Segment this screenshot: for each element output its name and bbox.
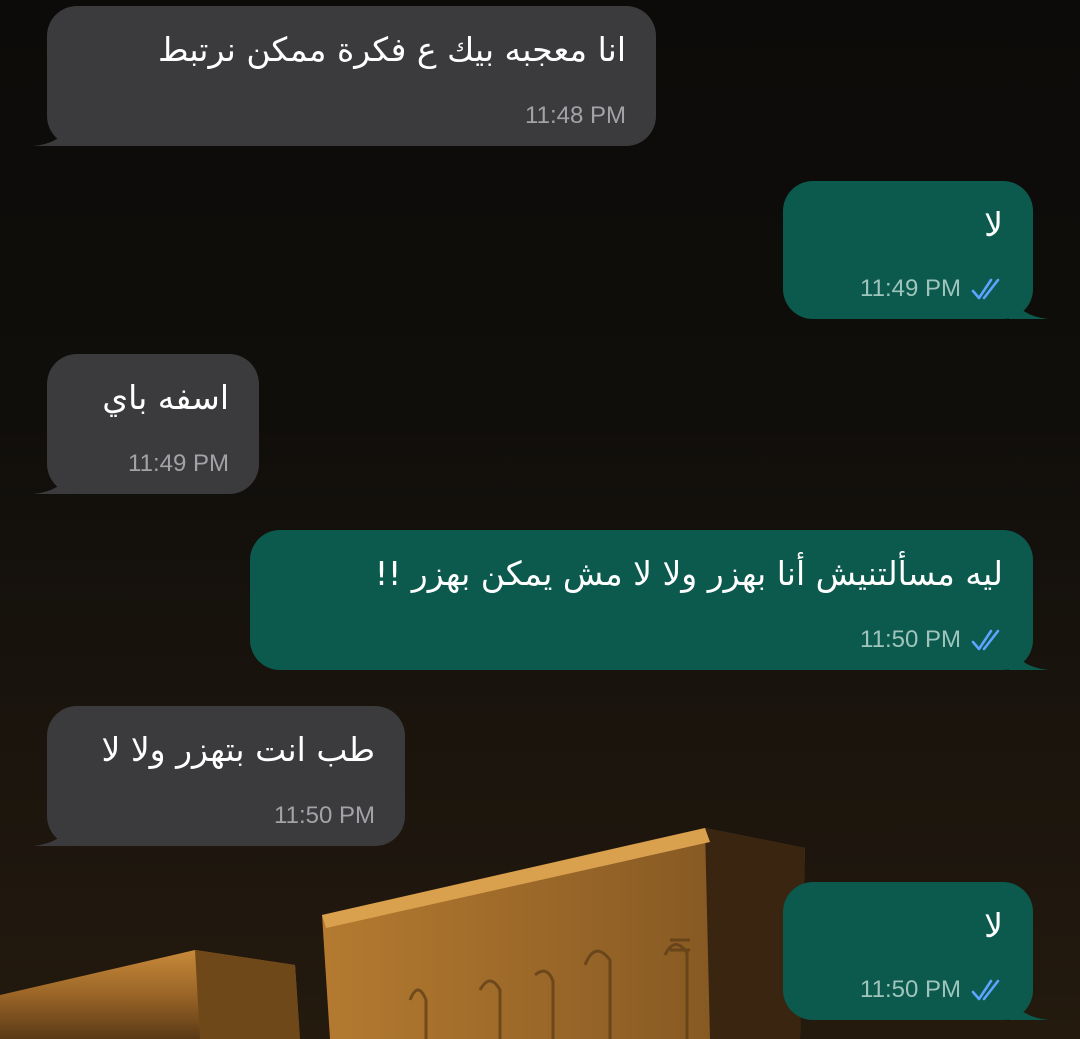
message-text: ليه مسألتنيش أنا بهزر ولا لا مش يمكن بهز…	[374, 554, 1003, 593]
bubble-tail	[1009, 289, 1049, 319]
message-text: اسفه باي	[102, 378, 229, 417]
double-check-icon	[971, 278, 1000, 300]
incoming-message[interactable]: اسفه باي 11:49 PM	[33, 354, 259, 494]
message-timestamp: 11:48 PM	[525, 102, 626, 129]
incoming-message[interactable]: طب انت بتهزر ولا لا 11:50 PM	[33, 706, 405, 846]
incoming-message[interactable]: انا معجبه بيك ع فكرة ممكن نرتبط 11:48 PM	[33, 6, 656, 146]
message-text: انا معجبه بيك ع فكرة ممكن نرتبط	[158, 30, 626, 69]
outgoing-message[interactable]: لا 11:50 PM	[783, 882, 1049, 1020]
message-text: لا	[984, 205, 1003, 244]
chat-thread: انا معجبه بيك ع فكرة ممكن نرتبط 11:48 PM…	[0, 0, 1080, 1039]
bubble-tail	[1009, 640, 1049, 670]
message-text: طب انت بتهزر ولا لا	[101, 730, 375, 769]
message-timestamp: 11:50 PM	[274, 802, 375, 829]
message-timestamp: 11:50 PM	[860, 626, 961, 653]
bubble-tail	[33, 816, 73, 846]
double-check-icon	[971, 629, 1000, 651]
bubble-tail	[1009, 990, 1049, 1020]
message-timestamp: 11:49 PM	[860, 275, 961, 302]
message-timestamp: 11:50 PM	[860, 976, 961, 1003]
message-text: لا	[984, 906, 1003, 945]
bubble-tail	[33, 464, 73, 494]
message-timestamp: 11:49 PM	[128, 450, 229, 477]
double-check-icon	[971, 979, 1000, 1001]
outgoing-message[interactable]: لا 11:49 PM	[783, 181, 1049, 319]
bubble-tail	[33, 116, 73, 146]
outgoing-message[interactable]: ليه مسألتنيش أنا بهزر ولا لا مش يمكن بهز…	[250, 530, 1049, 670]
